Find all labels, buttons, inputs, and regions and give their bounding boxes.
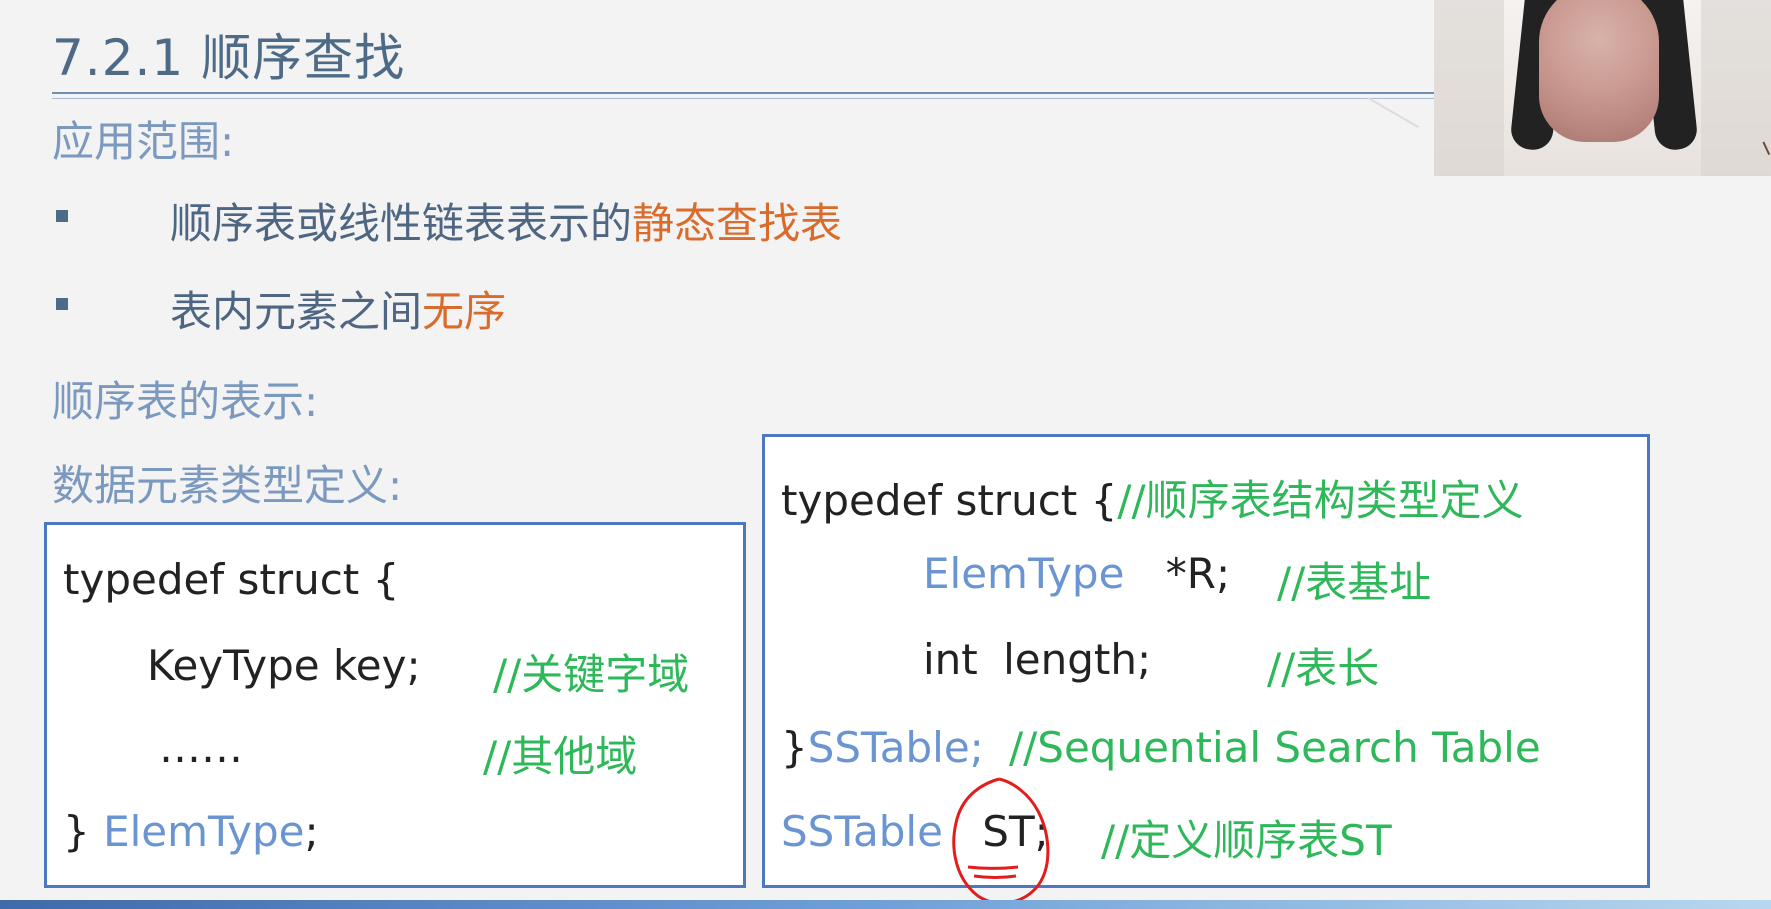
left-code-line-1: typedef struct { bbox=[63, 555, 400, 604]
right-code-line-3: int length; bbox=[923, 635, 1151, 684]
right-code-line-3-type: int bbox=[923, 635, 978, 684]
left-code-line-4-brace: } bbox=[63, 807, 90, 856]
bullet-item-1: 顺序表或线性链表表示的静态查找表 bbox=[170, 190, 842, 251]
left-code-line-4: } ElemType; bbox=[63, 807, 319, 856]
element-type-label: 数据元素类型定义: bbox=[52, 461, 403, 510]
right-code-line-1-code: typedef struct { bbox=[781, 476, 1118, 525]
right-code-line-2: ElemType *R; bbox=[923, 549, 1230, 598]
bullet-item-2-main: 表内元素之间 bbox=[170, 287, 423, 336]
right-code-line-4-brace: } bbox=[781, 723, 808, 772]
annotation-underline-1 bbox=[967, 865, 1019, 870]
scope-label: 应用范围: bbox=[52, 117, 235, 166]
left-code-line-2-name: key; bbox=[332, 641, 421, 690]
bullet-item-1-main: 顺序表或线性链表表示的 bbox=[170, 199, 633, 248]
right-code-line-2-type: ElemType bbox=[923, 549, 1125, 598]
presenter-face bbox=[1539, 0, 1659, 142]
annotation-underline-2 bbox=[973, 874, 1017, 879]
right-code-line-5-type: SSTable bbox=[781, 807, 943, 856]
right-code-line-4-type: SSTable; bbox=[807, 723, 984, 772]
left-code-line-4-end: ; bbox=[304, 807, 319, 856]
right-code-line-4: }SSTable; bbox=[781, 723, 984, 772]
right-code-line-3-comment: //表长 bbox=[1267, 644, 1380, 693]
page-title: 7.2.1 顺序查找 bbox=[52, 29, 406, 87]
right-code-box: typedef struct {//顺序表结构类型定义 ElemType *R;… bbox=[762, 434, 1650, 888]
right-code-line-3-var: length; bbox=[1003, 635, 1152, 684]
right-code-line-1-comment: //顺序表结构类型定义 bbox=[1117, 476, 1524, 525]
bottom-bar bbox=[0, 900, 1771, 909]
left-code-line-2-comment: //关键字域 bbox=[493, 650, 690, 699]
bullet-item-2-highlight: 无序 bbox=[422, 287, 507, 336]
sequential-repr-label: 顺序表的表示: bbox=[52, 377, 319, 426]
square-bullet-icon bbox=[56, 298, 68, 310]
left-code-line-3-dots: …… bbox=[159, 723, 243, 772]
bullet-item-1-highlight: 静态查找表 bbox=[632, 199, 843, 248]
left-code-box: typedef struct { KeyType key; //关键字域 …… … bbox=[44, 522, 746, 888]
slide: 7.2.1 顺序查找 应用范围: 顺序表或线性链表表示的静态查找表 表内元素之间… bbox=[0, 0, 1771, 909]
red-circle-annotation-icon bbox=[952, 777, 1050, 905]
webcam-shadow-left bbox=[1434, 0, 1504, 176]
webcam-shadow-right bbox=[1701, 0, 1771, 176]
square-bullet-icon bbox=[56, 210, 68, 222]
right-code-line-2-comment: //表基址 bbox=[1277, 558, 1432, 607]
title-rule-bottom bbox=[52, 98, 1434, 99]
left-code-line-2: KeyType key; bbox=[147, 641, 421, 690]
bullet-item-2: 表内元素之间无序 bbox=[170, 278, 506, 339]
right-code-line-4-comment: //Sequential Search Table bbox=[1009, 723, 1541, 772]
webcam-video-icon bbox=[1434, 0, 1771, 176]
right-code-line-5-comment: //定义顺序表ST bbox=[1101, 816, 1392, 865]
annotation-circle bbox=[952, 777, 1050, 905]
right-code-line-2-var: *R; bbox=[1165, 549, 1231, 598]
right-code-line-1: typedef struct {//顺序表结构类型定义 bbox=[781, 467, 1524, 528]
left-code-line-2-type: KeyType bbox=[147, 641, 320, 690]
mic-line bbox=[1367, 97, 1419, 128]
left-code-line-4-type: ElemType bbox=[103, 807, 305, 856]
title-rule-top bbox=[52, 92, 1434, 94]
left-code-line-3-comment: //其他域 bbox=[483, 732, 638, 781]
